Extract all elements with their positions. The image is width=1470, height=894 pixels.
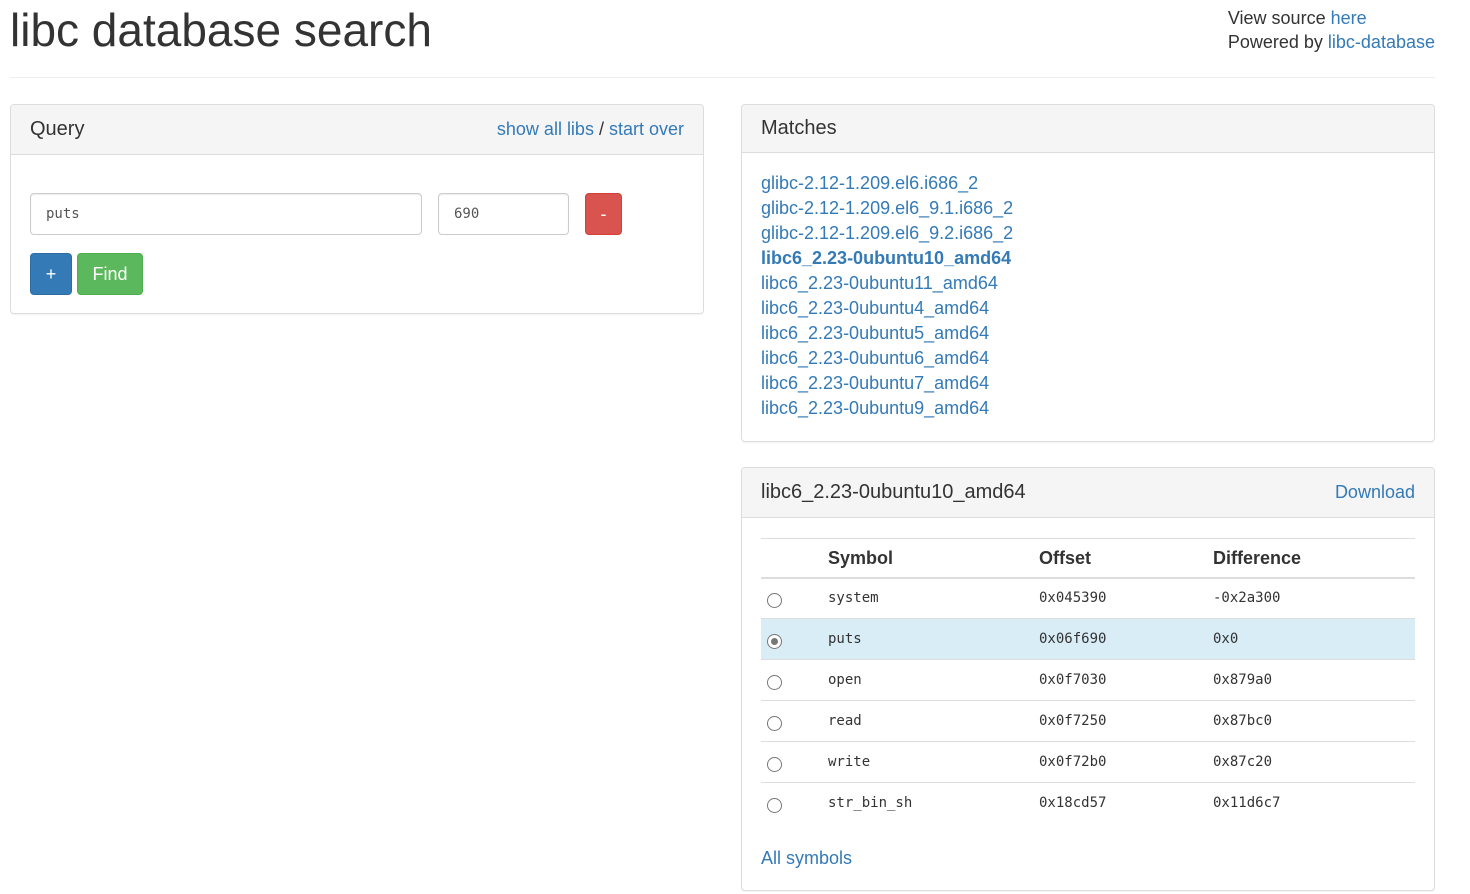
find-button[interactable]: Find <box>77 253 143 295</box>
difference-cell: 0x11d6c7 <box>1213 782 1415 824</box>
libc-database-link[interactable]: libc-database <box>1328 32 1435 52</box>
match-item: libc6_2.23-0ubuntu7_amd64 <box>761 371 1415 396</box>
query-panel-heading: Query show all libs / start over <box>11 105 703 155</box>
match-link[interactable]: libc6_2.23-0ubuntu6_amd64 <box>761 348 989 368</box>
match-link[interactable]: libc6_2.23-0ubuntu9_amd64 <box>761 398 989 418</box>
select-cell <box>761 577 828 619</box>
symbol-table-body: system 0x045390 -0x2a300 puts 0x06f690 0x0 ope… <box>761 577 1415 824</box>
match-link[interactable]: libc6_2.23-0ubuntu5_amd64 <box>761 323 989 343</box>
row-radio[interactable] <box>767 592 782 608</box>
page-title: libc database search <box>10 4 432 56</box>
difference-cell: 0x87bc0 <box>1213 700 1415 742</box>
match-link[interactable]: libc6_2.23-0ubuntu4_amd64 <box>761 298 989 318</box>
credits: View source here Powered by libc-databas… <box>1228 6 1435 54</box>
header-divider <box>10 77 1435 78</box>
table-row[interactable]: write 0x0f72b0 0x87c20 <box>761 741 1415 783</box>
powered-by-label: Powered by <box>1227 32 1328 52</box>
offset-cell: 0x0f7250 <box>1039 700 1213 742</box>
row-radio[interactable] <box>767 633 782 649</box>
symbol-table-header: Symbol Offset Difference <box>761 538 1415 579</box>
offset-column-header: Offset <box>1039 538 1213 579</box>
difference-cell: 0x879a0 <box>1213 659 1415 701</box>
start-over-link[interactable]: start over <box>609 119 684 139</box>
all-symbols-link[interactable]: All symbols <box>761 848 852 869</box>
match-link[interactable]: glibc-2.12-1.209.el6_9.2.i686_2 <box>761 223 1013 243</box>
row-radio[interactable] <box>767 715 782 731</box>
difference-cell: 0x0 <box>1213 618 1415 660</box>
library-title: libc6_2.23-0ubuntu10_amd64 <box>761 481 1026 503</box>
match-item: libc6_2.23-0ubuntu4_amd64 <box>761 296 1415 321</box>
remove-row-button[interactable]: - <box>585 193 622 235</box>
query-links: show all libs / start over <box>497 119 684 140</box>
symbol-cell: puts <box>828 618 1039 660</box>
table-row[interactable]: read 0x0f7250 0x87bc0 <box>761 700 1415 742</box>
offset-cell: 0x18cd57 <box>1039 782 1213 824</box>
select-cell <box>761 618 828 660</box>
difference-cell: -0x2a300 <box>1213 577 1415 619</box>
view-source-line: View source here <box>1228 6 1435 30</box>
symbol-cell: write <box>828 741 1039 783</box>
select-cell <box>761 659 828 701</box>
match-item: glibc-2.12-1.209.el6.i686_2 <box>761 171 1415 196</box>
match-item: glibc-2.12-1.209.el6_9.2.i686_2 <box>761 221 1415 246</box>
query-title: Query <box>30 118 85 140</box>
symbol-column-header: Symbol <box>828 538 1039 579</box>
view-source-link[interactable]: here <box>1331 8 1367 28</box>
difference-column-header: Difference <box>1213 538 1415 579</box>
match-link[interactable]: glibc-2.12-1.209.el6.i686_2 <box>761 173 978 193</box>
difference-cell: 0x87c20 <box>1213 741 1415 783</box>
match-item: libc6_2.23-0ubuntu10_amd64 <box>761 246 1415 271</box>
offset-cell: 0x045390 <box>1039 577 1213 619</box>
add-row-button[interactable]: + <box>30 253 72 295</box>
match-link[interactable]: libc6_2.23-0ubuntu10_amd64 <box>761 248 1011 268</box>
match-item: libc6_2.23-0ubuntu11_amd64 <box>761 271 1415 296</box>
link-separator: / <box>593 119 609 139</box>
select-cell <box>761 700 828 742</box>
match-item: libc6_2.23-0ubuntu5_amd64 <box>761 321 1415 346</box>
select-cell <box>761 741 828 783</box>
symbol-name-input[interactable] <box>30 193 422 235</box>
table-row[interactable]: system 0x045390 -0x2a300 <box>761 577 1415 619</box>
download-link[interactable]: Download <box>1335 482 1415 503</box>
match-link[interactable]: libc6_2.23-0ubuntu7_amd64 <box>761 373 989 393</box>
match-link[interactable]: glibc-2.12-1.209.el6_9.1.i686_2 <box>761 198 1013 218</box>
match-item: glibc-2.12-1.209.el6_9.1.i686_2 <box>761 196 1415 221</box>
matches-title: Matches <box>761 117 837 139</box>
table-row[interactable]: open 0x0f7030 0x879a0 <box>761 659 1415 701</box>
symbol-cell: read <box>828 700 1039 742</box>
table-row[interactable]: str_bin_sh 0x18cd57 0x11d6c7 <box>761 782 1415 824</box>
matches-panel-heading: Matches <box>742 105 1434 153</box>
row-radio[interactable] <box>767 797 782 813</box>
symbol-cell: str_bin_sh <box>828 782 1039 824</box>
symbol-table: Symbol Offset Difference system 0x045390-… <box>761 538 1415 824</box>
match-item: libc6_2.23-0ubuntu6_amd64 <box>761 346 1415 371</box>
symbol-cell: open <box>828 659 1039 701</box>
offset-cell: 0x0f7030 <box>1039 659 1213 701</box>
row-radio[interactable] <box>767 756 782 772</box>
powered-by-line: Powered by libc-database <box>1228 30 1435 54</box>
show-all-libs-link[interactable]: show all libs <box>497 119 594 139</box>
select-cell <box>761 782 828 824</box>
table-row[interactable]: puts 0x06f690 0x0 <box>761 618 1415 660</box>
offset-cell: 0x06f690 <box>1039 618 1213 660</box>
library-panel-heading: libc6_2.23-0ubuntu10_amd64 Download <box>742 468 1434 518</box>
offset-cell: 0x0f72b0 <box>1039 741 1213 783</box>
select-column-header <box>761 538 828 579</box>
matches-list: glibc-2.12-1.209.el6.i686_2 glibc-2.12-1.… <box>742 153 1434 421</box>
library-panel: libc6_2.23-0ubuntu10_amd64 Download Symb… <box>741 467 1435 891</box>
matches-panel: Matches glibc-2.12-1.209.el6.i686_2 glibc… <box>741 104 1435 442</box>
row-radio[interactable] <box>767 674 782 690</box>
match-item: libc6_2.23-0ubuntu9_amd64 <box>761 396 1415 421</box>
symbol-offset-input[interactable] <box>438 193 569 235</box>
match-link[interactable]: libc6_2.23-0ubuntu11_amd64 <box>761 273 998 293</box>
query-panel: Query show all libs / start over - + Fin… <box>10 104 704 314</box>
view-source-label: View source <box>1227 8 1331 28</box>
symbol-cell: system <box>828 577 1039 619</box>
